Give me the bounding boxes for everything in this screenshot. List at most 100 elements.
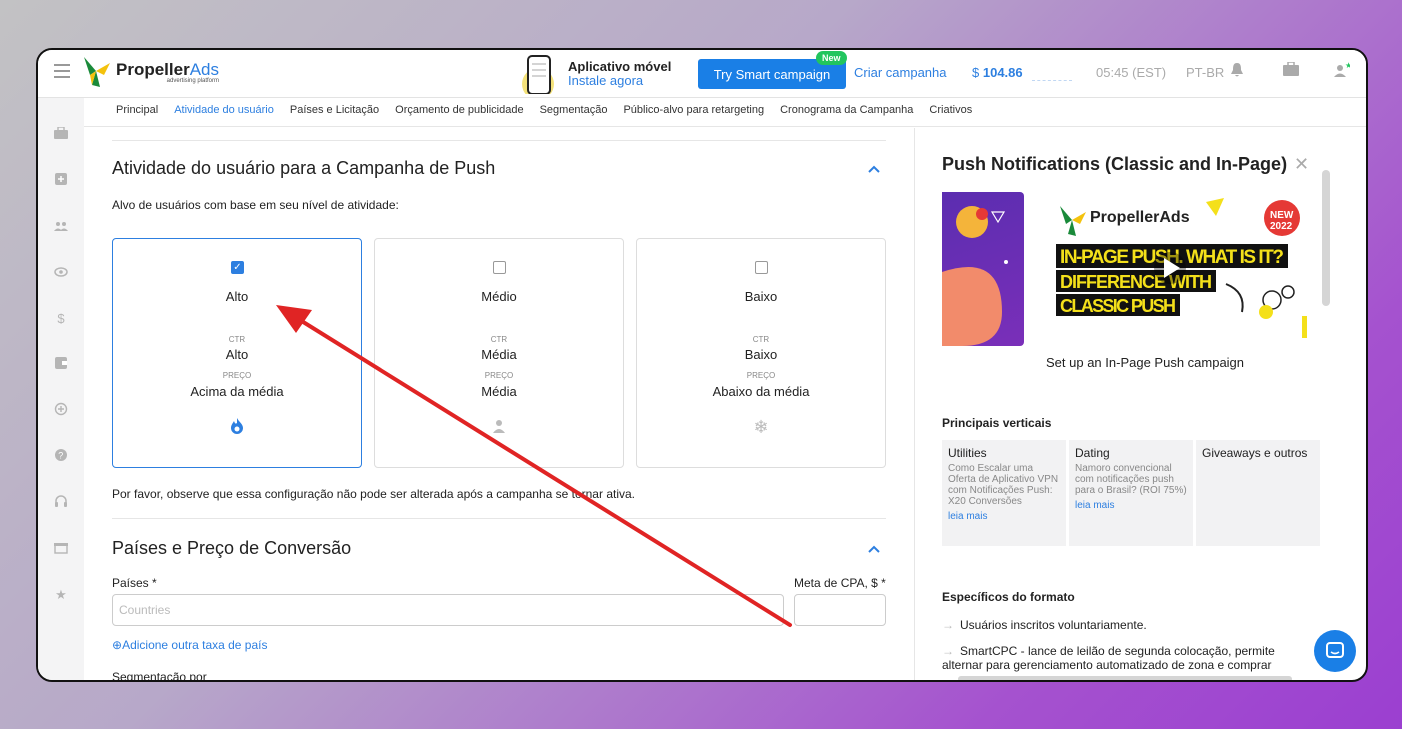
ctr-label: CTR bbox=[752, 335, 770, 344]
activity-card-medium[interactable]: Médio CTR Média PREÇO Média bbox=[374, 238, 624, 468]
balance-value: 104.86 bbox=[982, 65, 1023, 80]
activity-section-title: Atividade do usuário para a Campanha de … bbox=[112, 158, 496, 178]
user-icon[interactable]: ★ bbox=[1332, 61, 1352, 80]
headset-icon[interactable] bbox=[52, 494, 70, 512]
logo-ads: Ads bbox=[189, 59, 219, 79]
activity-subtitle: Alvo de usuários com base em seu nível d… bbox=[112, 198, 399, 212]
format-bullet: → SmartCPC - lance de leilão de segunda c… bbox=[942, 644, 1312, 672]
vertical-description: Namoro convencional com notificações pus… bbox=[1075, 463, 1187, 496]
time-display: 05:45 (EST) bbox=[1096, 65, 1167, 80]
add-circle-icon[interactable] bbox=[52, 402, 70, 420]
vertical-card-dating[interactable]: Dating Namoro convencional com notificaç… bbox=[1069, 440, 1193, 546]
read-more-link[interactable]: leia mais bbox=[1075, 500, 1187, 511]
format-heading: Específicos do formato bbox=[942, 590, 1075, 604]
logo[interactable]: PropellerAds advertising platform bbox=[82, 54, 219, 90]
cpa-label: Meta de CPA, $ * bbox=[794, 576, 886, 590]
checkbox-medium[interactable] bbox=[493, 261, 506, 274]
verticals-heading: Principais verticais bbox=[942, 416, 1052, 430]
svg-text:?: ? bbox=[58, 451, 63, 461]
wallet-icon[interactable] bbox=[52, 356, 70, 374]
card-level: Alto bbox=[225, 289, 249, 304]
read-more-link[interactable]: leia mais bbox=[948, 511, 1060, 522]
format-bullet: → Usuários inscritos voluntariamente. bbox=[942, 618, 1302, 632]
users-icon[interactable] bbox=[52, 218, 70, 236]
close-icon[interactable]: ✕ bbox=[1294, 154, 1309, 175]
video-badge-new: NEW bbox=[1270, 210, 1294, 221]
flame-icon bbox=[113, 417, 361, 440]
horizontal-scrollbar[interactable] bbox=[958, 676, 1292, 680]
tab-creatives[interactable]: Criativos bbox=[929, 104, 972, 116]
plus-square-icon[interactable] bbox=[52, 172, 70, 190]
tab-targeting[interactable]: Segmentação bbox=[540, 104, 608, 116]
vertical-title: Utilities bbox=[948, 446, 987, 460]
balance[interactable]: $ 104.86 bbox=[972, 65, 1023, 80]
format-bullet-text: SmartCPC - lance de leilão de segunda co… bbox=[942, 644, 1275, 672]
vertical-title: Dating bbox=[1075, 446, 1110, 460]
propeller-logo-icon bbox=[82, 55, 112, 89]
checkbox-low[interactable] bbox=[755, 261, 768, 274]
ctr-label: CTR bbox=[228, 335, 246, 344]
video-brand-text: PropellerAds bbox=[1090, 209, 1190, 226]
price-label: PREÇO bbox=[746, 371, 776, 380]
top-bar: PropellerAds advertising platform Aplica… bbox=[38, 50, 1366, 100]
vertical-title: Giveaways e outros bbox=[1202, 446, 1308, 460]
section-divider bbox=[112, 518, 886, 519]
ctr-label: CTR bbox=[490, 335, 508, 344]
vertical-scrollbar[interactable] bbox=[1322, 170, 1330, 306]
mobile-app-promo[interactable]: Aplicativo móvel Instale agora bbox=[516, 54, 671, 100]
gift-icon[interactable] bbox=[52, 540, 70, 558]
sidebar: $ ? ★ bbox=[38, 98, 84, 680]
checkbox-high[interactable]: ✓ bbox=[231, 261, 244, 274]
vertical-card-giveaways[interactable]: Giveaways e outros bbox=[1196, 440, 1320, 546]
video-thumbnail-previous[interactable] bbox=[942, 192, 1024, 346]
snowflake-icon: ❄ bbox=[753, 417, 769, 437]
card-level: Médio bbox=[481, 289, 517, 304]
bell-icon[interactable] bbox=[1228, 62, 1246, 80]
vertical-card-utilities[interactable]: Utilities Como Escalar uma Oferta de Apl… bbox=[942, 440, 1066, 546]
chevron-up-icon[interactable] bbox=[868, 160, 880, 176]
briefcase-icon[interactable] bbox=[1282, 61, 1300, 80]
tab-schedule[interactable]: Cronograma da Campanha bbox=[780, 104, 913, 116]
chat-icon bbox=[1326, 642, 1344, 658]
right-panel-title: Push Notifications (Classic and In-Page) bbox=[942, 154, 1288, 174]
language-selector[interactable]: PT-BR bbox=[1186, 65, 1224, 80]
countries-label: Países * bbox=[112, 576, 157, 590]
new-badge: New bbox=[816, 51, 847, 65]
person-icon bbox=[375, 417, 623, 438]
menu-icon[interactable] bbox=[54, 64, 70, 78]
price-value: Abaixo da média bbox=[712, 384, 810, 399]
chat-button[interactable] bbox=[1314, 630, 1356, 672]
help-icon[interactable]: ? bbox=[52, 448, 70, 466]
chevron-up-icon[interactable] bbox=[868, 540, 880, 556]
create-campaign-link[interactable]: Criar campanha bbox=[854, 65, 947, 80]
section-divider bbox=[112, 140, 886, 141]
install-app-link[interactable]: Instale agora bbox=[568, 74, 671, 88]
svg-text:★: ★ bbox=[1345, 62, 1350, 70]
video-caption: Set up an In-Page Push campaign bbox=[1046, 355, 1245, 370]
price-value: Média bbox=[481, 384, 517, 399]
activity-card-low[interactable]: Baixo CTR Baixo PREÇO Abaixo da média ❄ bbox=[636, 238, 886, 468]
cpa-input[interactable] bbox=[794, 594, 886, 626]
price-label: PREÇO bbox=[484, 371, 514, 380]
card-level: Baixo bbox=[744, 289, 778, 304]
countries-section-title: Países e Preço de Conversão bbox=[112, 538, 352, 558]
video-badge-year: 2022 bbox=[1270, 221, 1293, 232]
activity-card-high[interactable]: ✓ Alto CTR Alto PREÇO Acima da média bbox=[112, 238, 362, 468]
add-circle-icon: ⊕ bbox=[112, 638, 123, 652]
star-icon[interactable]: ★ bbox=[52, 586, 70, 604]
tab-principal[interactable]: Principal bbox=[116, 104, 158, 116]
tab-budget[interactable]: Orçamento de publicidade bbox=[395, 104, 523, 116]
tab-user-activity[interactable]: Atividade do usuário bbox=[174, 104, 274, 116]
add-country-rate-link[interactable]: ⊕Adicione outra taxa de país bbox=[112, 638, 268, 652]
tab-countries-bidding[interactable]: Países e Licitação bbox=[290, 104, 379, 116]
briefcase-icon[interactable] bbox=[52, 126, 70, 144]
ctr-value: Baixo bbox=[744, 347, 778, 362]
dollar-icon[interactable]: $ bbox=[52, 310, 70, 328]
video-thumbnail[interactable]: PropellerAds NEW 2022 IN-PAGE PUSH. WHAT… bbox=[1046, 192, 1318, 346]
logo-name: Propeller bbox=[116, 59, 190, 79]
tab-retargeting[interactable]: Público-alvo para retargeting bbox=[623, 104, 764, 116]
video-line-3: CLASSIC PUSH bbox=[1060, 296, 1176, 316]
eye-icon[interactable] bbox=[52, 264, 70, 282]
panel-divider bbox=[914, 128, 915, 680]
countries-input[interactable]: Countries bbox=[112, 594, 784, 626]
